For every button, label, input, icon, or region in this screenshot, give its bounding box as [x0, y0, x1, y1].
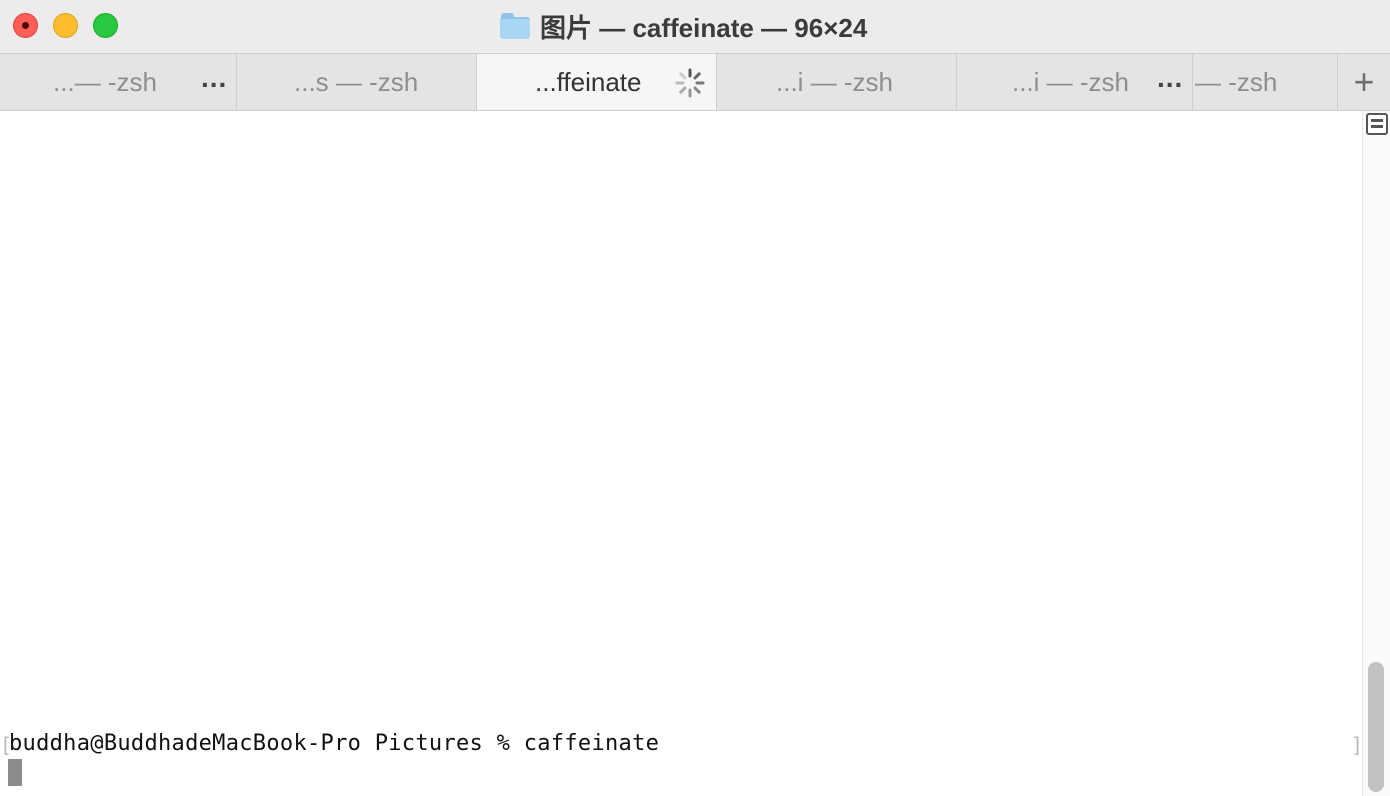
- split-pane-icon[interactable]: [1366, 113, 1388, 135]
- tab-zsh-5[interactable]: — -zsh: [1193, 54, 1337, 110]
- close-icon: [22, 22, 29, 29]
- plus-icon: +: [1353, 61, 1375, 102]
- prompt-line: buddha@BuddhadeMacBook-Pro Pictures % ca…: [9, 731, 660, 756]
- tab-label: ...s — -zsh: [294, 67, 419, 97]
- mark-bracket-right: ]: [1351, 733, 1364, 757]
- terminal-output[interactable]: [0, 111, 1362, 796]
- folder-icon: [500, 13, 530, 39]
- window-title: 图片 — caffeinate — 96×24: [500, 10, 868, 43]
- tab-zsh-2[interactable]: ...s — -zsh: [237, 54, 477, 110]
- title-bar: 图片 — caffeinate — 96×24: [0, 0, 1390, 53]
- tab-label: ...i — -zsh: [1012, 67, 1130, 97]
- tab-zsh-3[interactable]: ...i — -zsh: [717, 54, 957, 110]
- tab-overflow-icon: ...: [201, 62, 228, 93]
- scrollbar-thumb[interactable]: [1368, 662, 1384, 792]
- new-tab-button[interactable]: +: [1337, 54, 1390, 110]
- tab-label: — -zsh: [1195, 67, 1278, 97]
- tab-caffeinate[interactable]: ...ffeinate: [477, 54, 717, 110]
- close-button[interactable]: [13, 13, 38, 38]
- tab-label: ...ffeinate: [535, 67, 642, 97]
- minimize-button[interactable]: [53, 13, 78, 38]
- tab-label: ...— -zsh: [53, 67, 158, 97]
- spinner-icon: [675, 68, 705, 98]
- zoom-button[interactable]: [93, 13, 118, 38]
- text-cursor: [8, 759, 22, 786]
- window-title-text: 图片 — caffeinate — 96×24: [540, 12, 868, 43]
- tab-label: ...i — -zsh: [776, 67, 894, 97]
- tab-zsh-1[interactable]: ...— -zsh ...: [0, 54, 237, 110]
- tab-bar: ...— -zsh ... ...s — -zsh ...ffeinate ..…: [0, 53, 1390, 111]
- tab-overflow-icon: ...: [1157, 62, 1184, 93]
- tab-zsh-4[interactable]: ...i — -zsh ...: [957, 54, 1193, 110]
